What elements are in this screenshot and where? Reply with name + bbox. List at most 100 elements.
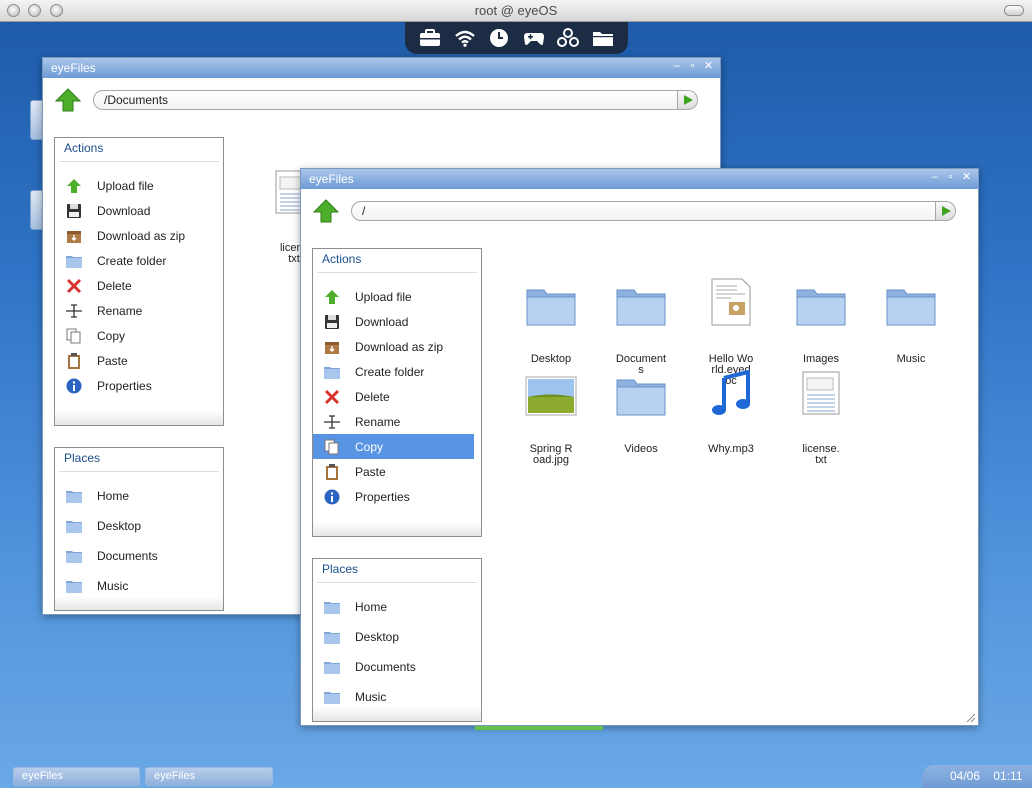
file-name: Why.mp3 <box>708 443 754 455</box>
path-input[interactable] <box>93 90 678 110</box>
wifi-icon[interactable] <box>453 27 477 49</box>
action-upload-file[interactable]: Upload file <box>313 284 474 309</box>
rename-cursor-icon <box>65 303 83 319</box>
action-download-zip[interactable]: Download as zip <box>55 223 216 248</box>
go-button[interactable] <box>936 201 956 221</box>
action-label: Create folder <box>355 364 425 379</box>
place-label: Music <box>97 578 129 593</box>
file-name: Videos <box>624 443 658 455</box>
upload-icon <box>323 289 341 305</box>
briefcase-icon[interactable] <box>418 27 442 49</box>
action-label: Upload file <box>355 289 412 304</box>
action-download-zip[interactable]: Download as zip <box>313 334 474 359</box>
zip-box-icon <box>65 228 83 244</box>
action-create-folder[interactable]: Create folder <box>55 248 216 273</box>
place-desktop[interactable]: Desktop <box>313 624 474 649</box>
action-properties[interactable]: Properties <box>313 484 474 509</box>
action-label: Copy <box>97 328 126 343</box>
action-download[interactable]: Download <box>55 198 216 223</box>
action-label: Download <box>97 203 151 218</box>
time-text: 01:11 <box>993 769 1023 783</box>
up-arrow-icon[interactable] <box>313 198 339 224</box>
path-input[interactable] <box>351 201 936 221</box>
clipboard-icon <box>65 352 83 369</box>
top-dock <box>405 22 628 54</box>
document-icon <box>697 278 765 326</box>
place-label: Documents <box>97 548 158 563</box>
action-label: Properties <box>97 378 152 393</box>
place-music[interactable]: Music <box>55 573 216 598</box>
action-properties[interactable]: Properties <box>55 373 216 398</box>
place-music[interactable]: Music <box>313 684 474 709</box>
folder-icon <box>65 488 83 504</box>
folder-icon <box>65 548 83 564</box>
place-documents[interactable]: Documents <box>313 654 474 679</box>
action-label: Properties <box>355 489 410 504</box>
place-desktop[interactable]: Desktop <box>55 513 216 538</box>
taskbar-item-eyefiles[interactable]: eyeFiles <box>13 767 140 786</box>
action-label: Delete <box>355 389 390 404</box>
action-copy[interactable]: Copy <box>55 323 216 348</box>
copy-icon <box>65 328 83 344</box>
window-title-bar[interactable]: eyeFiles – ▫ ✕ <box>43 58 720 78</box>
action-copy-selected[interactable]: Copy <box>313 434 474 459</box>
floppy-icon <box>323 314 341 330</box>
delete-x-icon <box>65 278 83 294</box>
action-rename[interactable]: Rename <box>55 298 216 323</box>
actions-panel: Actions Upload file Download Download as… <box>54 137 224 426</box>
action-paste[interactable]: Paste <box>55 348 216 373</box>
folder-icon <box>323 629 341 645</box>
action-label: Rename <box>97 303 143 318</box>
minimize-icon[interactable]: – <box>929 172 940 183</box>
actions-title: Actions <box>317 249 477 273</box>
file-item-why-mp3[interactable]: Why.mp3 <box>697 350 765 477</box>
maximize-icon[interactable]: ▫ <box>945 172 956 183</box>
taskbar-item-eyefiles[interactable]: eyeFiles <box>145 767 273 786</box>
place-label: Documents <box>355 659 416 674</box>
action-label: Paste <box>97 353 128 368</box>
action-upload-file[interactable]: Upload file <box>55 173 216 198</box>
folder-icon[interactable] <box>591 27 615 49</box>
apps-icon[interactable] <box>556 27 580 49</box>
window-title: eyeFiles <box>309 172 354 186</box>
close-icon[interactable]: ✕ <box>703 61 714 72</box>
mac-toolbar-toggle-button[interactable] <box>1004 5 1024 16</box>
file-item-spring-road[interactable]: Spring R oad.jpg <box>517 350 585 488</box>
maximize-icon[interactable]: ▫ <box>687 61 698 72</box>
resize-grip-icon[interactable] <box>964 711 976 723</box>
action-paste[interactable]: Paste <box>313 459 474 484</box>
window-title: eyeFiles <box>51 61 96 75</box>
action-label: Delete <box>97 278 132 293</box>
place-home[interactable]: Home <box>313 594 474 619</box>
file-item-videos[interactable]: Videos <box>607 350 675 477</box>
up-arrow-icon[interactable] <box>55 87 81 113</box>
action-rename[interactable]: Rename <box>313 409 474 434</box>
window-title-bar[interactable]: eyeFiles – ▫ ✕ <box>301 169 978 189</box>
image-thumbnail-icon <box>517 372 585 416</box>
action-label: Copy <box>355 439 384 454</box>
delete-x-icon <box>323 389 341 405</box>
action-delete[interactable]: Delete <box>313 384 474 409</box>
go-button[interactable] <box>678 90 698 110</box>
folder-icon <box>517 282 585 326</box>
folder-icon <box>65 253 83 269</box>
file-name: Music <box>896 353 926 365</box>
places-panel: Places Home Desktop Documents Music <box>312 558 482 722</box>
folder-icon <box>877 282 945 326</box>
close-icon[interactable]: ✕ <box>961 172 972 183</box>
floppy-icon <box>65 203 83 219</box>
hidden-widget-edge <box>475 726 603 730</box>
action-delete[interactable]: Delete <box>55 273 216 298</box>
action-download[interactable]: Download <box>313 309 474 334</box>
file-item-license[interactable]: license. txt <box>787 350 855 488</box>
upload-icon <box>65 178 83 194</box>
action-create-folder[interactable]: Create folder <box>313 359 474 384</box>
front-eyefiles-window[interactable]: eyeFiles – ▫ ✕ Actions Upload file Downl… <box>300 168 979 726</box>
place-home[interactable]: Home <box>55 483 216 508</box>
file-item-music[interactable]: Music <box>877 260 945 387</box>
minimize-icon[interactable]: – <box>671 61 682 72</box>
clock-icon[interactable] <box>487 27 511 49</box>
place-documents[interactable]: Documents <box>55 543 216 568</box>
gamepad-icon[interactable] <box>522 27 546 49</box>
copy-icon <box>323 439 341 455</box>
